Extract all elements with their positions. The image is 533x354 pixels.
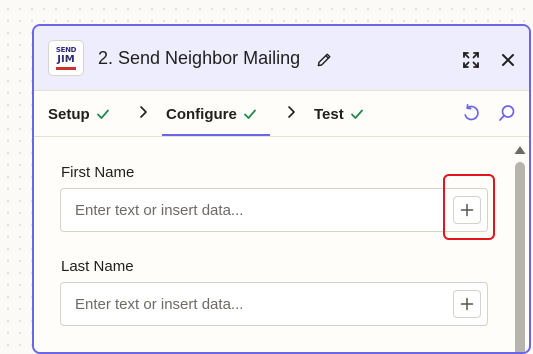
plus-icon bbox=[460, 297, 474, 311]
check-icon bbox=[96, 109, 109, 119]
app-logo: SEND JIM bbox=[48, 40, 84, 76]
last-name-placeholder: Enter text or insert data... bbox=[75, 296, 244, 313]
chevron-right-icon bbox=[288, 106, 295, 118]
first-name-field[interactable]: Enter text or insert data... bbox=[60, 188, 488, 232]
scroll-up-arrow-icon[interactable] bbox=[513, 144, 527, 156]
check-icon bbox=[350, 109, 363, 119]
highlight-box bbox=[443, 174, 495, 240]
step-editor-panel: SEND JIM 2. Send Neighbor Mailing Setup … bbox=[32, 24, 531, 354]
tab-configure[interactable]: Configure bbox=[166, 90, 257, 138]
last-name-field[interactable]: Enter text or insert data... bbox=[60, 282, 488, 326]
check-icon bbox=[243, 109, 256, 119]
last-name-label: Last Name bbox=[61, 258, 134, 275]
first-name-label: First Name bbox=[61, 164, 135, 181]
tab-test[interactable]: Test bbox=[314, 90, 364, 138]
refresh-icon[interactable] bbox=[461, 103, 481, 123]
step-title: 2. Send Neighbor Mailing bbox=[98, 48, 301, 68]
close-icon[interactable] bbox=[498, 50, 518, 70]
last-name-insert-data-button[interactable] bbox=[453, 290, 481, 318]
tab-setup[interactable]: Setup bbox=[48, 90, 110, 138]
chevron-right-icon bbox=[140, 106, 147, 118]
search-icon[interactable] bbox=[497, 103, 517, 123]
scrollbar-thumb[interactable] bbox=[515, 162, 525, 352]
pencil-icon[interactable] bbox=[316, 52, 332, 68]
tabs-divider bbox=[34, 136, 529, 137]
expand-icon[interactable] bbox=[461, 50, 481, 70]
first-name-placeholder: Enter text or insert data... bbox=[75, 202, 244, 219]
step-header: SEND JIM 2. Send Neighbor Mailing bbox=[34, 26, 529, 90]
step-tabs: Setup Configure Test bbox=[34, 90, 529, 138]
